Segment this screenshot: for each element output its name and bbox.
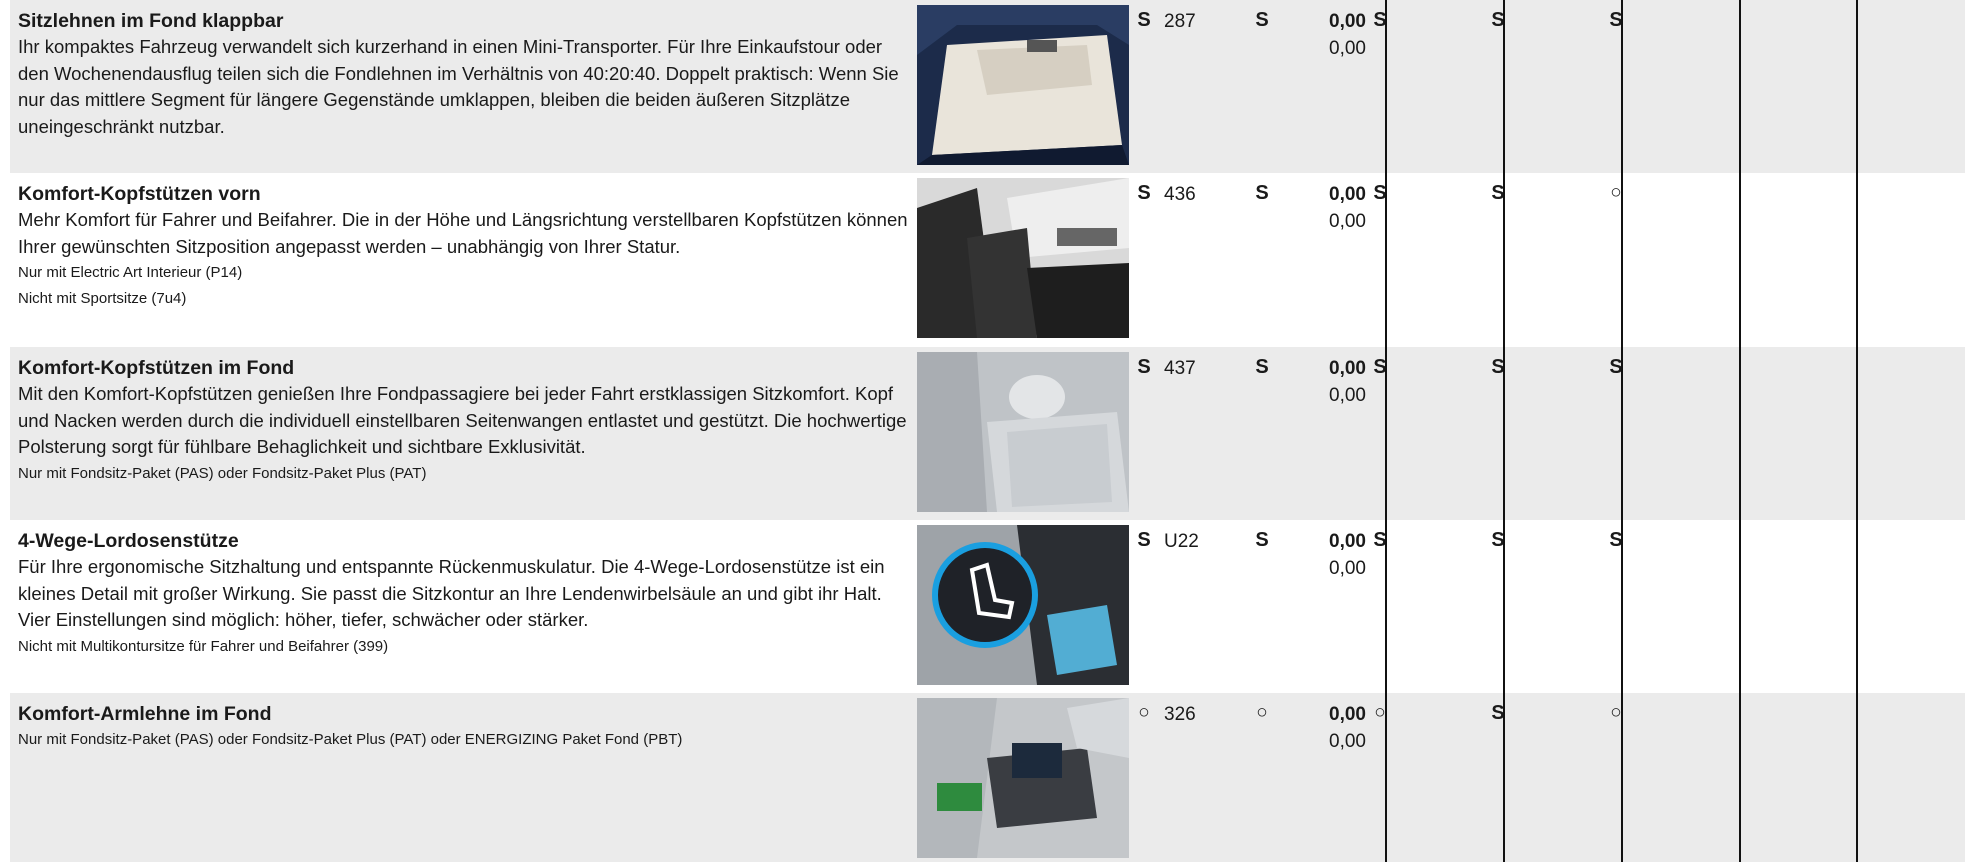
- availability-mark: ○: [1610, 702, 1622, 723]
- option-note: Nicht mit Multikontursitze für Fahrer un…: [18, 637, 389, 655]
- availability-mark: S: [1137, 529, 1151, 551]
- option-code: 287: [1164, 11, 1196, 32]
- table-row: Komfort-Armlehne im Fond Nur mit Fondsit…: [10, 693, 1965, 862]
- option-title: 4-Wege-Lordosenstütze: [18, 530, 239, 552]
- table-row: 4-Wege-Lordosenstütze Für Ihre ergonomis…: [10, 520, 1965, 693]
- availability-mark: ○: [1138, 702, 1150, 723]
- availability-mark: S: [1255, 529, 1269, 551]
- option-note: Nur mit Fondsitz-Paket (PAS) oder Fondsi…: [18, 731, 683, 748]
- option-description: 4-Wege-Lordosenstütze Für Ihre ergonomis…: [18, 528, 908, 660]
- option-title: Komfort-Kopfstützen im Fond: [18, 357, 295, 379]
- table-row: Komfort-Kopfstützen im Fond Mit den Komf…: [10, 347, 1965, 520]
- option-code: 326: [1164, 704, 1196, 725]
- availability-mark: S: [1491, 702, 1505, 724]
- price-gross: 0,00: [1329, 730, 1366, 752]
- availability-mark: ○: [1610, 182, 1622, 203]
- availability-mark: S: [1491, 529, 1505, 551]
- table-row: Komfort-Kopfstützen vorn Mehr Komfort fü…: [10, 173, 1965, 346]
- option-image-trunk: [917, 5, 1129, 165]
- availability-mark: S: [1137, 9, 1151, 31]
- column-divider: [1621, 0, 1623, 862]
- option-title: Komfort-Kopfstützen vorn: [18, 183, 261, 205]
- option-text: Für Ihre ergonomische Sitzhaltung und en…: [18, 556, 885, 630]
- availability-mark: ○: [1374, 702, 1386, 723]
- availability-mark: S: [1137, 356, 1151, 378]
- price-gross: 0,00: [1329, 557, 1366, 579]
- column-divider: [1503, 0, 1505, 862]
- option-description: Komfort-Armlehne im Fond Nur mit Fondsit…: [18, 701, 908, 753]
- option-note: Nur mit Electric Art Interieur (P14): [18, 264, 243, 281]
- availability-mark: S: [1491, 356, 1505, 378]
- availability-mark: S: [1137, 182, 1151, 204]
- option-description: Komfort-Kopfstützen vorn Mehr Komfort fü…: [18, 181, 908, 312]
- option-code: 436: [1164, 184, 1196, 205]
- option-image-front-seats: [917, 178, 1129, 338]
- availability-mark: ○: [1256, 702, 1268, 723]
- option-code: 437: [1164, 358, 1196, 379]
- availability-mark: S: [1609, 356, 1623, 378]
- price-gross: 0,00: [1329, 37, 1366, 59]
- column-divider: [1856, 0, 1858, 862]
- option-description: Komfort-Kopfstützen im Fond Mit den Komf…: [18, 355, 908, 487]
- availability-mark: S: [1373, 182, 1387, 204]
- availability-mark: S: [1609, 9, 1623, 31]
- column-divider: [1385, 0, 1387, 862]
- availability-mark: S: [1491, 182, 1505, 204]
- option-text: Ihr kompaktes Fahrzeug verwandelt sich k…: [18, 36, 899, 137]
- option-note: Nur mit Fondsitz-Paket (PAS) oder Fondsi…: [18, 464, 427, 482]
- table-row: Sitzlehnen im Fond klappbar Ihr kompakte…: [10, 0, 1965, 173]
- availability-mark: S: [1609, 529, 1623, 551]
- option-title: Komfort-Armlehne im Fond: [18, 703, 272, 725]
- availability-mark: S: [1255, 182, 1269, 204]
- availability-mark: S: [1373, 529, 1387, 551]
- option-note: Nicht mit Sportsitze (7u4): [18, 290, 187, 307]
- price-gross: 0,00: [1329, 210, 1366, 232]
- availability-mark: S: [1491, 9, 1505, 31]
- column-divider: [1739, 0, 1741, 862]
- option-image-lumbar-support: [917, 525, 1129, 685]
- option-text: Mit den Komfort-Kopfstützen genießen Ihr…: [18, 383, 907, 457]
- availability-mark: S: [1373, 9, 1387, 31]
- option-text: Mehr Komfort für Fahrer und Beifahrer. D…: [18, 209, 908, 257]
- price-gross: 0,00: [1329, 384, 1366, 406]
- option-code: U22: [1164, 531, 1199, 552]
- option-image-rear-armrest: [917, 698, 1129, 858]
- availability-mark: S: [1373, 356, 1387, 378]
- option-title: Sitzlehnen im Fond klappbar: [18, 10, 284, 32]
- option-description: Sitzlehnen im Fond klappbar Ihr kompakte…: [18, 8, 908, 140]
- option-image-rear-headrests: [917, 352, 1129, 512]
- availability-mark: S: [1255, 356, 1269, 378]
- availability-mark: S: [1255, 9, 1269, 31]
